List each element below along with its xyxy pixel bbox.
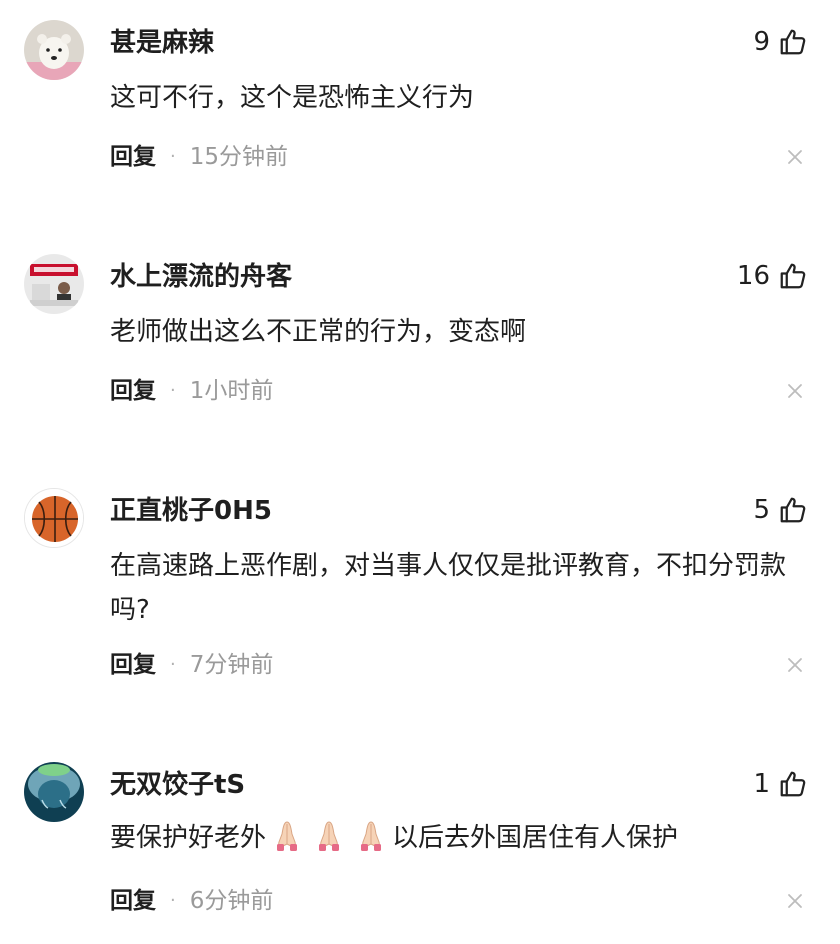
folded-hands-emoji-icon: [310, 816, 348, 854]
thumbs-up-icon[interactable]: [778, 769, 808, 799]
reply-button[interactable]: 回复: [110, 650, 156, 680]
comment-text: 要保护好老外 以后去外国居住有人保护: [110, 816, 815, 860]
like-button[interactable]: 16: [737, 258, 808, 294]
separator-dot: ·: [170, 146, 176, 167]
thumbs-up-icon[interactable]: [778, 261, 808, 291]
like-button[interactable]: 9: [753, 24, 808, 60]
like-count: 16: [736, 261, 770, 291]
timestamp: 6分钟前: [189, 888, 274, 914]
avatar[interactable]: [24, 762, 84, 822]
water-drop-icon: [24, 762, 84, 822]
comment-meta: 回复 · 6分钟前: [110, 886, 273, 916]
comment-text: 在高速路上恶作剧，对当事人仅仅是批评教育，不扣分罚款吗?: [110, 551, 787, 625]
office-photo-icon: [24, 254, 84, 314]
like-count: 1: [753, 769, 770, 799]
comment-meta: 回复 · 1小时前: [110, 376, 273, 406]
close-icon[interactable]: [786, 892, 804, 910]
separator-dot: ·: [170, 380, 176, 401]
timestamp: 1小时前: [189, 378, 274, 404]
close-icon[interactable]: [786, 148, 804, 166]
basketball-icon: [25, 489, 83, 547]
comment-meta: 回复 · 15分钟前: [110, 142, 288, 172]
close-icon[interactable]: [786, 656, 804, 674]
avatar[interactable]: [24, 20, 84, 80]
folded-hands-emoji-icon: [268, 816, 306, 854]
comment-text-part: 以后去外国居住有人保护: [392, 823, 679, 853]
reply-button[interactable]: 回复: [110, 142, 156, 172]
like-count: 5: [753, 495, 770, 525]
timestamp: 15分钟前: [189, 144, 289, 170]
like-button[interactable]: 1: [753, 766, 808, 802]
avatar[interactable]: [24, 254, 84, 314]
comment-meta: 回复 · 7分钟前: [110, 650, 273, 680]
username[interactable]: 水上漂流的舟客: [110, 260, 292, 294]
separator-dot: ·: [170, 654, 176, 675]
avatar[interactable]: [24, 488, 84, 548]
thumbs-up-icon[interactable]: [778, 495, 808, 525]
comment-text-part: 要保护好老外: [110, 823, 267, 853]
close-icon[interactable]: [786, 382, 804, 400]
reply-button[interactable]: 回复: [110, 376, 156, 406]
username[interactable]: 甚是麻辣: [110, 26, 214, 60]
username[interactable]: 无双饺子tS: [110, 768, 245, 802]
timestamp: 7分钟前: [189, 652, 274, 678]
thumbs-up-icon[interactable]: [778, 27, 808, 57]
comment-text: 老师做出这么不正常的行为，变态啊: [110, 317, 527, 347]
separator-dot: ·: [170, 890, 176, 911]
like-count: 9: [753, 27, 770, 57]
polar-bear-icon: [24, 20, 84, 80]
reply-button[interactable]: 回复: [110, 886, 156, 916]
like-button[interactable]: 5: [753, 492, 808, 528]
username[interactable]: 正直桃子0H5: [110, 494, 272, 528]
folded-hands-emoji-icon: [352, 816, 390, 854]
comment-text: 这可不行，这个是恐怖主义行为: [110, 83, 475, 113]
